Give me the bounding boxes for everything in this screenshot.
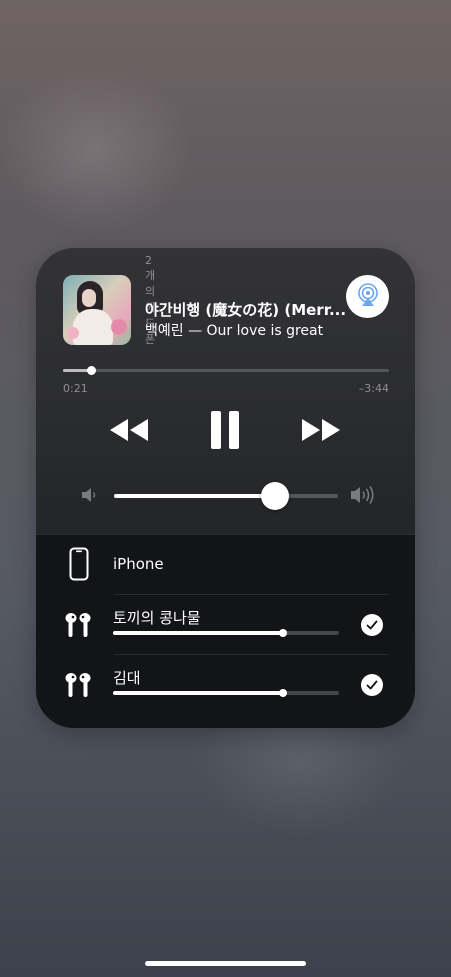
song-title: 야간비행 (魔女の花) (Merr... xyxy=(145,301,345,319)
device-volume-knob[interactable] xyxy=(278,629,287,637)
checkmark-icon xyxy=(366,616,378,635)
volume-slider-knob[interactable] xyxy=(261,482,290,510)
now-playing-section: 2개의 헤드폰 야간비행 (魔女の花) (Merr... 백예린 — Our l… xyxy=(36,248,415,534)
volume-slider[interactable] xyxy=(114,482,338,510)
playback-scrubber[interactable] xyxy=(63,366,389,375)
remaining-time: –3:44 xyxy=(358,382,389,395)
audio-output-list: iPhone 토끼의 콩나물 김대 xyxy=(36,534,415,728)
rewind-button[interactable] xyxy=(104,414,154,450)
now-playing-panel: 2개의 헤드폰 야간비행 (魔女の花) (Merr... 백예린 — Our l… xyxy=(36,248,415,728)
airpods-icon xyxy=(64,611,92,645)
device-row-airpods-2[interactable]: 김대 xyxy=(36,655,415,715)
checkmark-icon xyxy=(366,676,378,695)
device-volume-fill xyxy=(113,631,283,635)
device-name: iPhone xyxy=(113,555,164,573)
device-name: 김대 xyxy=(113,669,141,687)
device-name: 토끼의 콩나물 xyxy=(113,609,201,627)
song-artist-album: 백예린 — Our love is great xyxy=(145,323,324,339)
elapsed-time: 0:21 xyxy=(63,382,88,395)
device-selected-check[interactable] xyxy=(361,674,383,696)
device-row-airpods-1[interactable]: 토끼의 콩나물 xyxy=(36,595,415,655)
playback-scrubber-knob[interactable] xyxy=(86,366,96,375)
volume-row xyxy=(36,480,415,512)
backward-icon xyxy=(108,417,150,447)
pause-button[interactable] xyxy=(204,410,246,454)
speaker-high-icon xyxy=(349,484,377,510)
airpods-icon xyxy=(64,671,92,705)
iphone-icon xyxy=(69,547,89,585)
speaker-low-icon xyxy=(80,486,98,508)
device-volume-slider[interactable] xyxy=(113,689,339,697)
device-selected-check[interactable] xyxy=(361,614,383,636)
album-artwork[interactable] xyxy=(63,275,131,345)
device-volume-slider[interactable] xyxy=(113,629,339,637)
airplay-audio-icon xyxy=(355,282,381,312)
device-volume-fill xyxy=(113,691,283,695)
home-indicator[interactable] xyxy=(145,961,306,966)
device-row-iphone[interactable]: iPhone xyxy=(36,535,415,595)
airplay-button[interactable] xyxy=(346,275,389,318)
volume-slider-fill xyxy=(114,494,276,498)
pause-icon xyxy=(210,410,240,454)
device-volume-knob[interactable] xyxy=(278,689,287,697)
forward-button[interactable] xyxy=(296,414,346,450)
forward-icon xyxy=(300,417,342,447)
